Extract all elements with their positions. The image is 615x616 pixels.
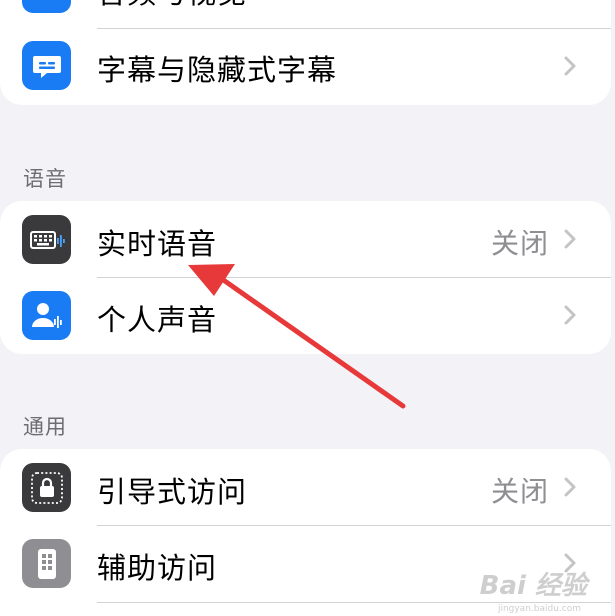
- accessibility-settings-screen: 音频与视觉 字幕与隐藏式字幕 语音: [0, 0, 615, 616]
- annotation-arrow: [188, 264, 406, 409]
- watermark-url: jingyan.baidu.com: [497, 604, 581, 614]
- watermark-logo: Bai 经验: [479, 571, 587, 601]
